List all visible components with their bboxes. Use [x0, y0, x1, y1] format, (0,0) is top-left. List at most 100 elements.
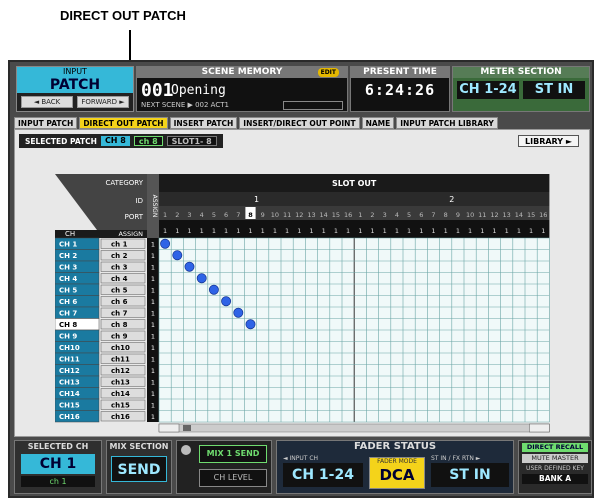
row-ch-label[interactable]: CH 2: [59, 252, 77, 260]
port-number[interactable]: 9: [261, 211, 265, 219]
tab-insert-direct-out-point[interactable]: INSERT/DIRECT OUT POINT: [239, 117, 360, 129]
tab-name[interactable]: NAME: [361, 117, 395, 129]
port-number[interactable]: 16: [539, 211, 547, 219]
port-number[interactable]: 10: [466, 211, 474, 219]
patch-point[interactable]: [233, 307, 244, 318]
port-assign-mark: 1: [273, 227, 277, 235]
row-ch-label[interactable]: CH 4: [59, 275, 77, 283]
row-ch-label[interactable]: CH 7: [59, 310, 77, 318]
port-assign-mark: 1: [480, 227, 484, 235]
bank-value[interactable]: BANK A: [522, 474, 588, 484]
selected-ch-panel: SELECTED CH CH 1 ch 1: [14, 440, 102, 494]
mix1-send-button[interactable]: MIX 1 SEND: [199, 445, 267, 463]
patch-point[interactable]: [160, 238, 171, 249]
input-ch-button[interactable]: CH 1-24: [283, 463, 363, 487]
present-time-title: PRESENT TIME: [351, 67, 449, 78]
row-ch-label[interactable]: CH15: [59, 402, 80, 410]
assign-vertical-label: ASSIGN: [151, 195, 158, 218]
port-number[interactable]: 5: [212, 211, 216, 219]
row-ch-label[interactable]: CH11: [59, 356, 80, 364]
port-label: PORT: [125, 213, 144, 221]
next-scene: NEXT SCENE ▶ 002 ACT1: [141, 101, 229, 109]
row-ch-label[interactable]: CH 3: [59, 264, 77, 272]
row-assign-mark: 1: [151, 379, 155, 387]
mute-master-button[interactable]: MUTE MASTER: [522, 454, 588, 463]
scene-title: Opening: [171, 83, 226, 98]
port-number[interactable]: 12: [490, 211, 498, 219]
row-name-label: ch14: [111, 390, 130, 398]
port-number[interactable]: 3: [187, 211, 191, 219]
port-number[interactable]: 14: [320, 211, 328, 219]
port-assign-mark: 1: [407, 227, 411, 235]
st-in-button[interactable]: ST IN: [431, 463, 509, 487]
port-assign-mark: 1: [248, 227, 252, 235]
fader-mode-value: DCA: [379, 466, 415, 484]
port-number[interactable]: 10: [271, 211, 279, 219]
row-assign-mark: 1: [151, 356, 155, 364]
mix-section-panel: MIX SECTION SEND: [106, 440, 172, 494]
tab-insert-patch[interactable]: INSERT PATCH: [169, 117, 238, 129]
row-name-label: ch 6: [111, 298, 128, 306]
port-number[interactable]: 15: [332, 211, 340, 219]
port-number[interactable]: 6: [419, 211, 423, 219]
port-number[interactable]: 7: [431, 211, 435, 219]
mix-section-label: MIX SECTION: [109, 442, 169, 451]
patch-point[interactable]: [196, 273, 207, 284]
row-ch-label[interactable]: CH 9: [59, 333, 77, 341]
tab-input-patch[interactable]: INPUT PATCH: [14, 117, 78, 129]
port-assign-mark: 1: [492, 227, 496, 235]
port-number[interactable]: 1: [358, 211, 362, 219]
user-defined-key-label: USER DEFINED KEY: [526, 465, 584, 472]
meter-ch-button[interactable]: CH 1-24: [457, 81, 519, 99]
port-number[interactable]: 11: [478, 211, 486, 219]
port-number[interactable]: 3: [383, 211, 387, 219]
port-number[interactable]: 8: [444, 211, 448, 219]
patch-point[interactable]: [245, 319, 256, 330]
port-number[interactable]: 11: [283, 211, 291, 219]
row-ch-label[interactable]: CH10: [59, 344, 80, 352]
horizontal-scroll-thumb[interactable]: [183, 425, 191, 431]
port-number[interactable]: 7: [236, 211, 240, 219]
patch-point[interactable]: [221, 296, 232, 307]
back-button[interactable]: ◄ BACK: [21, 96, 73, 108]
port-number[interactable]: 9: [456, 211, 460, 219]
row-ch-label[interactable]: CH13: [59, 379, 80, 387]
ch-level-button[interactable]: CH LEVEL: [199, 469, 267, 487]
input-ch-label: ◄ INPUT CH: [283, 455, 319, 462]
direct-recall-button[interactable]: DIRECT RECALL: [522, 443, 588, 452]
row-ch-label[interactable]: CH12: [59, 367, 80, 375]
port-number[interactable]: 13: [307, 211, 315, 219]
port-number[interactable]: 4: [200, 211, 204, 219]
row-name-label: ch10: [111, 344, 130, 352]
meter-st-in-button[interactable]: ST IN: [523, 81, 585, 99]
row-ch-label[interactable]: CH 5: [59, 287, 77, 295]
row-ch-label[interactable]: CH 1: [59, 241, 77, 249]
port-number[interactable]: 6: [224, 211, 228, 219]
port-number[interactable]: 14: [515, 211, 523, 219]
row-ch-label[interactable]: CH16: [59, 413, 80, 421]
port-number[interactable]: 2: [370, 211, 374, 219]
port-number[interactable]: 16: [344, 211, 352, 219]
patch-point[interactable]: [172, 250, 183, 261]
horizontal-scrollbar[interactable]: [158, 423, 550, 433]
forward-button[interactable]: FORWARD ►: [77, 96, 129, 108]
tab-direct-out-patch[interactable]: DIRECT OUT PATCH: [79, 117, 168, 129]
port-number[interactable]: 1: [163, 211, 167, 219]
tab-input-patch-library[interactable]: INPUT PATCH LIBRARY: [396, 117, 498, 129]
patch-point[interactable]: [184, 261, 195, 272]
port-number[interactable]: 5: [407, 211, 411, 219]
row-ch-label[interactable]: CH 8: [59, 321, 77, 329]
patch-point[interactable]: [208, 284, 219, 295]
port-number[interactable]: 4: [395, 211, 399, 219]
scroll-left-button[interactable]: [158, 423, 180, 433]
scroll-right-button[interactable]: [529, 423, 550, 433]
port-number[interactable]: 15: [527, 211, 535, 219]
port-number[interactable]: 8: [248, 211, 253, 219]
port-number[interactable]: 12: [295, 211, 303, 219]
mix-section-value[interactable]: SEND: [111, 456, 167, 482]
port-number[interactable]: 13: [503, 211, 511, 219]
row-ch-label[interactable]: CH 6: [59, 298, 77, 306]
row-ch-label[interactable]: CH14: [59, 390, 80, 398]
port-number[interactable]: 2: [175, 211, 179, 219]
library-button[interactable]: LIBRARY ►: [518, 135, 579, 147]
